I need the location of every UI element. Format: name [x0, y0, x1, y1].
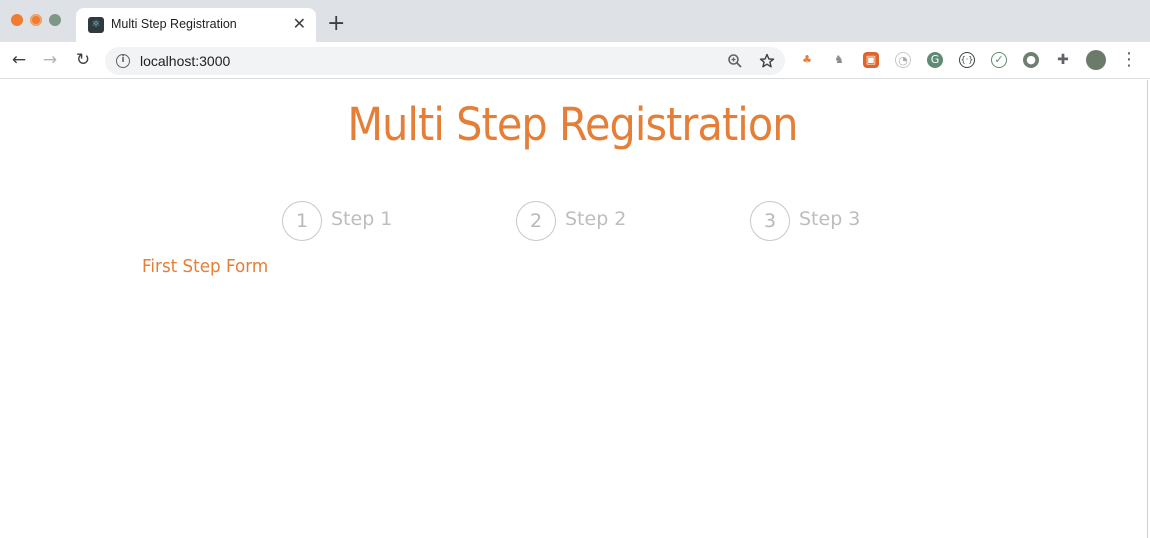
extensions-puzzle-icon[interactable]: ✚	[1055, 52, 1071, 68]
browser-tab-active[interactable]: ⚛ Multi Step Registration ✕	[76, 8, 316, 42]
tab-close-icon[interactable]: ✕	[293, 14, 306, 33]
window-close-button[interactable]	[11, 14, 23, 26]
form-heading: First Step Form	[142, 256, 269, 277]
step-2-label: Step 2	[565, 208, 627, 230]
extension-check-icon[interactable]: ✓	[991, 52, 1007, 68]
browser-toolbar: ← → ↻ i localhost:3000 ♣ ♞ ▣ ◔ G {·} ✓ ●…	[0, 42, 1150, 79]
extension-puzzle-person-icon[interactable]: ♞	[831, 52, 847, 68]
bookmark-star-icon[interactable]	[759, 53, 775, 69]
step-3-label: Step 3	[799, 208, 861, 230]
window-minimize-button[interactable]	[30, 14, 42, 26]
browser-titlebar: ⚛ Multi Step Registration ✕ +	[0, 0, 1150, 42]
extension-timer-icon[interactable]: ◔	[895, 52, 911, 68]
extension-grammarly-icon[interactable]: G	[927, 52, 943, 68]
reload-icon[interactable]: ↻	[71, 48, 95, 72]
step-3-number: 3	[750, 201, 790, 241]
step-1-label: Step 1	[331, 208, 393, 230]
back-arrow-icon[interactable]: ←	[7, 48, 31, 72]
step-2-number: 2	[516, 201, 556, 241]
extension-orange-square-icon[interactable]: ▣	[863, 52, 879, 68]
browser-menu-icon[interactable]: ⋮	[1120, 49, 1138, 70]
tab-title: Multi Step Registration	[111, 17, 237, 31]
profile-avatar[interactable]	[1086, 50, 1106, 70]
extension-code-icon[interactable]: {·}	[959, 52, 975, 68]
forward-arrow-icon[interactable]: →	[38, 48, 62, 72]
address-bar[interactable]: i localhost:3000	[105, 47, 785, 75]
site-info-icon[interactable]: i	[116, 54, 130, 68]
step-1-number: 1	[282, 201, 322, 241]
url-text[interactable]: localhost:3000	[140, 53, 230, 69]
page-edge-divider	[1147, 80, 1148, 538]
new-tab-icon[interactable]: +	[327, 10, 345, 38]
page-title: Multi Step Registration	[347, 98, 798, 151]
zoom-icon[interactable]	[727, 53, 743, 69]
react-favicon-icon: ⚛	[88, 17, 104, 33]
extension-tomato-icon[interactable]: ●	[1023, 52, 1039, 68]
window-maximize-button[interactable]	[49, 14, 61, 26]
extension-sitemap-icon[interactable]: ♣	[799, 52, 815, 68]
